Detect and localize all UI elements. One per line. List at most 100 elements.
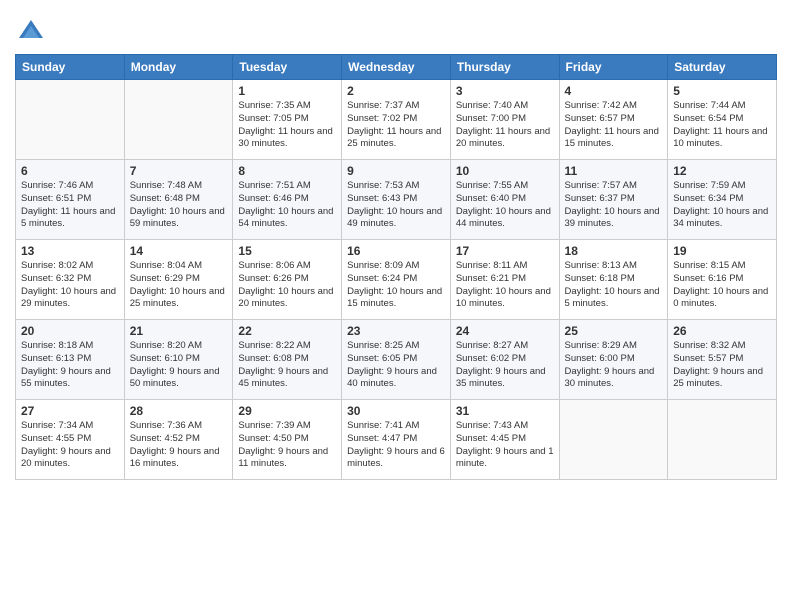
week-row-1: 1 Sunrise: 7:35 AM Sunset: 7:05 PM Daylig… [16, 80, 777, 160]
day-info: Sunrise: 8:15 AM Sunset: 6:16 PM Dayligh… [673, 260, 771, 311]
day-info: Sunrise: 8:09 AM Sunset: 6:24 PM Dayligh… [347, 260, 445, 311]
day-header-sunday: Sunday [16, 55, 125, 80]
calendar-cell: 22 Sunrise: 8:22 AM Sunset: 6:08 PM Dayli… [233, 320, 342, 400]
calendar-cell: 28 Sunrise: 7:36 AM Sunset: 4:52 PM Dayli… [124, 400, 233, 480]
calendar-cell: 30Sunrise: 7:41 AM Sunset: 4:47 PM Dayli… [342, 400, 451, 480]
calendar-cell: 21 Sunrise: 8:20 AM Sunset: 6:10 PM Dayli… [124, 320, 233, 400]
day-number: 8 [238, 164, 336, 178]
calendar-cell: 2 Sunrise: 7:37 AM Sunset: 7:02 PM Daylig… [342, 80, 451, 160]
day-info: Sunrise: 8:11 AM Sunset: 6:21 PM Dayligh… [456, 260, 554, 311]
day-number: 16 [347, 244, 445, 258]
day-info: Sunrise: 8:29 AM Sunset: 6:00 PM Dayligh… [565, 340, 663, 391]
calendar-cell: 26Sunrise: 8:32 AM Sunset: 5:57 PM Dayli… [668, 320, 777, 400]
calendar-cell: 18 Sunrise: 8:13 AM Sunset: 6:18 PM Dayli… [559, 240, 668, 320]
day-number: 24 [456, 324, 554, 338]
day-number: 29 [238, 404, 336, 418]
calendar-cell: 6Sunrise: 7:46 AM Sunset: 6:51 PM Daylig… [16, 160, 125, 240]
calendar-cell: 5 Sunrise: 7:44 AM Sunset: 6:54 PM Daylig… [668, 80, 777, 160]
day-info: Sunrise: 7:37 AM Sunset: 7:02 PM Dayligh… [347, 100, 445, 151]
day-number: 3 [456, 84, 554, 98]
day-info: Sunrise: 7:55 AM Sunset: 6:40 PM Dayligh… [456, 180, 554, 231]
day-info: Sunrise: 8:06 AM Sunset: 6:26 PM Dayligh… [238, 260, 336, 311]
calendar-cell [668, 400, 777, 480]
day-number: 11 [565, 164, 663, 178]
day-number: 23 [347, 324, 445, 338]
calendar-table: SundayMondayTuesdayWednesdayThursdayFrid… [15, 54, 777, 480]
day-info: Sunrise: 8:22 AM Sunset: 6:08 PM Dayligh… [238, 340, 336, 391]
day-header-friday: Friday [559, 55, 668, 80]
day-number: 13 [21, 244, 119, 258]
day-number: 21 [130, 324, 228, 338]
day-info: Sunrise: 8:27 AM Sunset: 6:02 PM Dayligh… [456, 340, 554, 391]
calendar-cell: 14 Sunrise: 8:04 AM Sunset: 6:29 PM Dayli… [124, 240, 233, 320]
day-info: Sunrise: 7:39 AM Sunset: 4:50 PM Dayligh… [238, 420, 336, 471]
logo-icon [17, 18, 45, 46]
calendar-cell [559, 400, 668, 480]
day-info: Sunrise: 8:04 AM Sunset: 6:29 PM Dayligh… [130, 260, 228, 311]
day-info: Sunrise: 7:34 AM Sunset: 4:55 PM Dayligh… [21, 420, 119, 471]
calendar-cell: 27 Sunrise: 7:34 AM Sunset: 4:55 PM Dayli… [16, 400, 125, 480]
calendar-cell: 4 Sunrise: 7:42 AM Sunset: 6:57 PM Daylig… [559, 80, 668, 160]
day-number: 2 [347, 84, 445, 98]
calendar-cell: 19 Sunrise: 8:15 AM Sunset: 6:16 PM Dayli… [668, 240, 777, 320]
day-number: 19 [673, 244, 771, 258]
day-info: Sunrise: 8:20 AM Sunset: 6:10 PM Dayligh… [130, 340, 228, 391]
day-number: 25 [565, 324, 663, 338]
day-number: 18 [565, 244, 663, 258]
calendar-cell: 7Sunrise: 7:48 AM Sunset: 6:48 PM Daylig… [124, 160, 233, 240]
header [15, 10, 777, 46]
calendar-cell: 20 Sunrise: 8:18 AM Sunset: 6:13 PM Dayli… [16, 320, 125, 400]
day-info: Sunrise: 8:25 AM Sunset: 6:05 PM Dayligh… [347, 340, 445, 391]
day-number: 1 [238, 84, 336, 98]
day-info: Sunrise: 7:35 AM Sunset: 7:05 PM Dayligh… [238, 100, 336, 151]
day-number: 6 [21, 164, 119, 178]
day-number: 10 [456, 164, 554, 178]
calendar-cell: 8Sunrise: 7:51 AM Sunset: 6:46 PM Daylig… [233, 160, 342, 240]
calendar-cell: 1 Sunrise: 7:35 AM Sunset: 7:05 PM Daylig… [233, 80, 342, 160]
calendar-cell: 31Sunrise: 7:43 AM Sunset: 4:45 PM Dayli… [450, 400, 559, 480]
calendar-cell: 17 Sunrise: 8:11 AM Sunset: 6:21 PM Dayli… [450, 240, 559, 320]
day-number: 17 [456, 244, 554, 258]
day-number: 9 [347, 164, 445, 178]
day-info: Sunrise: 8:02 AM Sunset: 6:32 PM Dayligh… [21, 260, 119, 311]
week-row-2: 6Sunrise: 7:46 AM Sunset: 6:51 PM Daylig… [16, 160, 777, 240]
calendar-cell: 29 Sunrise: 7:39 AM Sunset: 4:50 PM Dayli… [233, 400, 342, 480]
day-number: 26 [673, 324, 771, 338]
day-number: 22 [238, 324, 336, 338]
day-header-monday: Monday [124, 55, 233, 80]
day-info: Sunrise: 7:53 AM Sunset: 6:43 PM Dayligh… [347, 180, 445, 231]
logo [15, 18, 45, 46]
day-number: 27 [21, 404, 119, 418]
page: SundayMondayTuesdayWednesdayThursdayFrid… [0, 0, 792, 495]
day-number: 28 [130, 404, 228, 418]
week-row-5: 27 Sunrise: 7:34 AM Sunset: 4:55 PM Dayli… [16, 400, 777, 480]
day-info: Sunrise: 7:41 AM Sunset: 4:47 PM Dayligh… [347, 420, 445, 471]
calendar-cell: 23 Sunrise: 8:25 AM Sunset: 6:05 PM Dayli… [342, 320, 451, 400]
day-info: Sunrise: 7:36 AM Sunset: 4:52 PM Dayligh… [130, 420, 228, 471]
day-number: 12 [673, 164, 771, 178]
day-info: Sunrise: 8:18 AM Sunset: 6:13 PM Dayligh… [21, 340, 119, 391]
days-header-row: SundayMondayTuesdayWednesdayThursdayFrid… [16, 55, 777, 80]
day-number: 5 [673, 84, 771, 98]
calendar-cell: 9 Sunrise: 7:53 AM Sunset: 6:43 PM Daylig… [342, 160, 451, 240]
calendar-cell: 25 Sunrise: 8:29 AM Sunset: 6:00 PM Dayli… [559, 320, 668, 400]
week-row-4: 20 Sunrise: 8:18 AM Sunset: 6:13 PM Dayli… [16, 320, 777, 400]
day-header-thursday: Thursday [450, 55, 559, 80]
day-info: Sunrise: 7:43 AM Sunset: 4:45 PM Dayligh… [456, 420, 554, 471]
day-number: 4 [565, 84, 663, 98]
calendar-cell: 24 Sunrise: 8:27 AM Sunset: 6:02 PM Dayli… [450, 320, 559, 400]
week-row-3: 13 Sunrise: 8:02 AM Sunset: 6:32 PM Dayli… [16, 240, 777, 320]
day-header-wednesday: Wednesday [342, 55, 451, 80]
calendar-cell: 12 Sunrise: 7:59 AM Sunset: 6:34 PM Dayli… [668, 160, 777, 240]
day-info: Sunrise: 7:42 AM Sunset: 6:57 PM Dayligh… [565, 100, 663, 151]
calendar-cell [124, 80, 233, 160]
calendar-cell [16, 80, 125, 160]
calendar-cell: 10 Sunrise: 7:55 AM Sunset: 6:40 PM Dayli… [450, 160, 559, 240]
day-info: Sunrise: 7:44 AM Sunset: 6:54 PM Dayligh… [673, 100, 771, 151]
day-info: Sunrise: 7:59 AM Sunset: 6:34 PM Dayligh… [673, 180, 771, 231]
day-number: 14 [130, 244, 228, 258]
calendar-cell: 3Sunrise: 7:40 AM Sunset: 7:00 PM Daylig… [450, 80, 559, 160]
day-info: Sunrise: 8:13 AM Sunset: 6:18 PM Dayligh… [565, 260, 663, 311]
day-number: 15 [238, 244, 336, 258]
day-number: 20 [21, 324, 119, 338]
